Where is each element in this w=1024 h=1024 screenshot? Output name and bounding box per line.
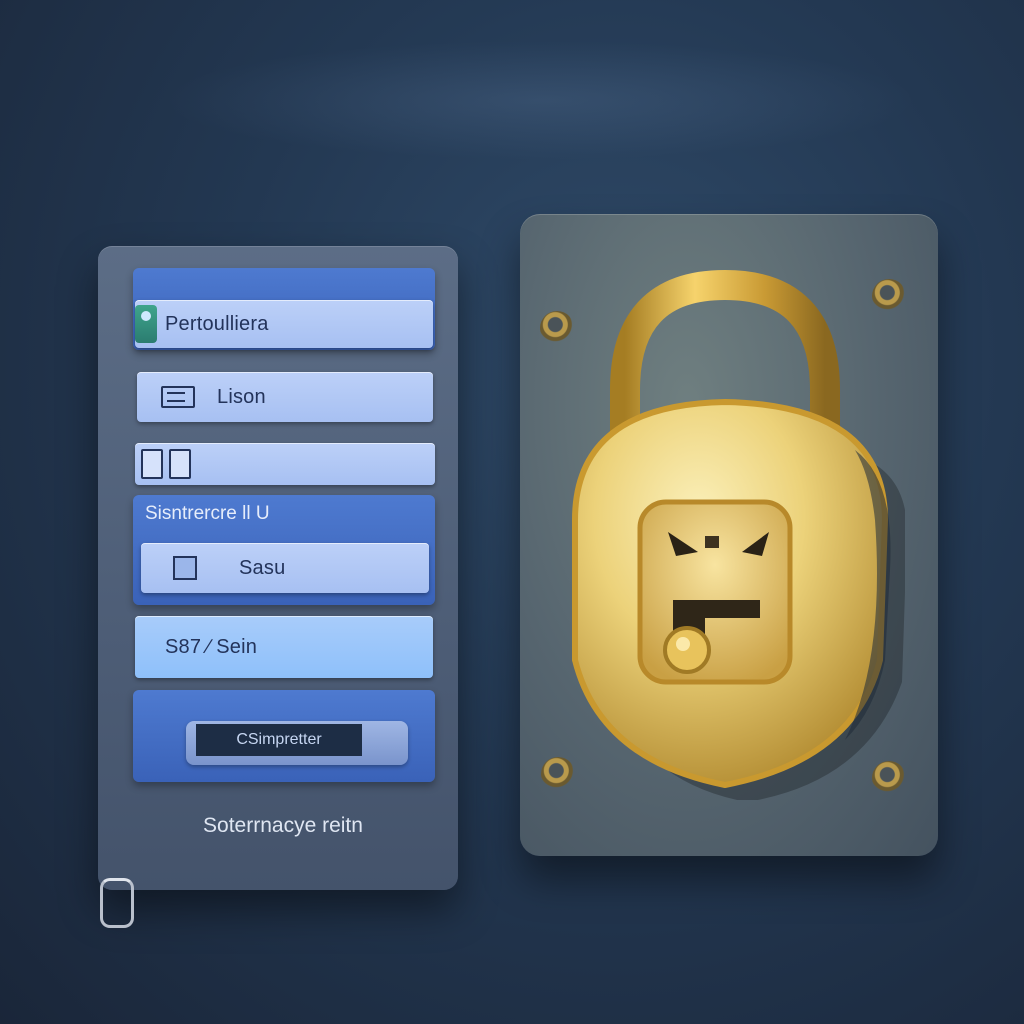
paperclip-icon — [100, 878, 134, 928]
password-field[interactable] — [135, 443, 435, 485]
login-field[interactable]: Lison — [137, 372, 433, 422]
code-field[interactable]: S87 ∕ Sein — [135, 616, 433, 678]
remember-row[interactable]: Sasu — [141, 543, 429, 593]
code-text: S87 ∕ Sein — [165, 635, 258, 658]
login-text: Lison — [217, 385, 266, 408]
username-text: Pertoulliera — [165, 312, 269, 335]
background-haze — [160, 40, 920, 160]
section-label: Sisntrercre ll U — [145, 503, 270, 524]
submit-label: CSimpretter — [196, 724, 362, 756]
user-icon — [135, 305, 157, 343]
document-icon — [169, 449, 191, 479]
id-card-icon — [161, 386, 195, 408]
remember-label: Sasu — [239, 556, 286, 579]
remember-checkbox[interactable] — [173, 556, 197, 580]
username-field[interactable]: Pertoulliera — [135, 300, 433, 348]
document-icon — [141, 449, 163, 479]
padlock-icon — [572, 270, 905, 800]
footer-link[interactable]: Soterrnacye reitn — [98, 814, 468, 838]
